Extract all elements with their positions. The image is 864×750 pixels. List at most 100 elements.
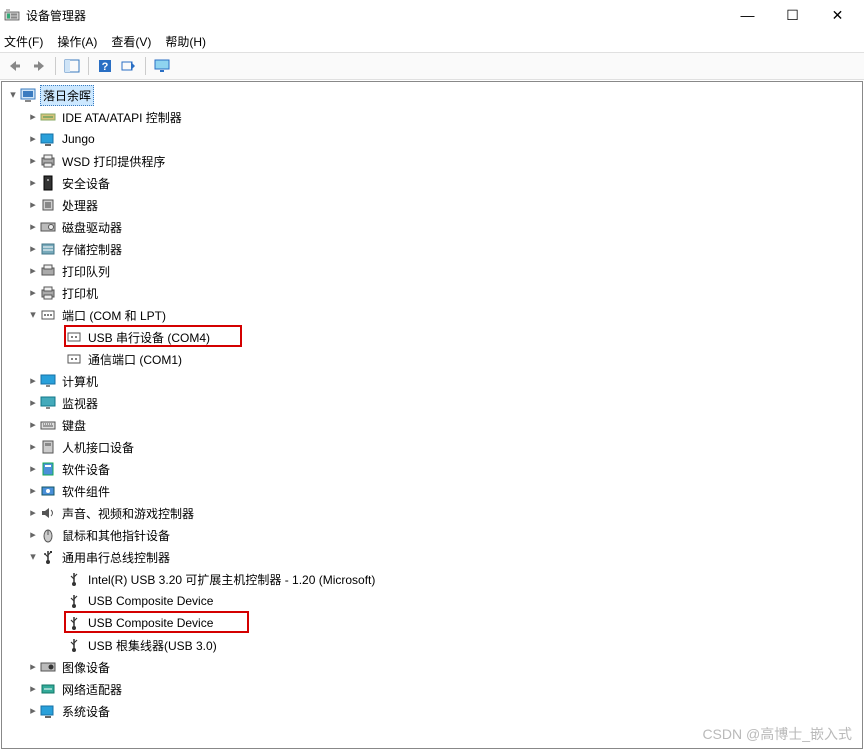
item-label: 键盘	[60, 416, 88, 435]
menu-action[interactable]: 操作(A)	[57, 33, 97, 50]
chevron-right-icon[interactable]: ▸	[26, 418, 40, 432]
chevron-right-icon[interactable]: ▸	[26, 286, 40, 300]
chevron-right-icon[interactable]: ▸	[26, 198, 40, 212]
chevron-down-icon[interactable]: ▾	[26, 550, 40, 564]
tree-item-monitor[interactable]: ▸ 监视器	[4, 392, 862, 414]
monitor-icon	[40, 395, 56, 411]
tree-item-network[interactable]: ▸ 网络适配器	[4, 678, 862, 700]
chevron-right-icon[interactable]: ▸	[26, 660, 40, 674]
chevron-right-icon[interactable]: ▸	[26, 484, 40, 498]
chevron-down-icon[interactable]: ▾	[6, 88, 20, 102]
help-button[interactable]: ?	[94, 55, 116, 77]
item-label: Intel(R) USB 3.20 可扩展主机控制器 - 1.20 (Micro…	[86, 570, 377, 589]
tree-item-usb-host[interactable]: Intel(R) USB 3.20 可扩展主机控制器 - 1.20 (Micro…	[4, 568, 862, 590]
back-button[interactable]	[4, 55, 26, 77]
chevron-right-icon[interactable]: ▸	[26, 462, 40, 476]
mouse-icon	[40, 527, 56, 543]
chevron-right-icon[interactable]: ▸	[26, 528, 40, 542]
item-label: 鼠标和其他指针设备	[60, 526, 172, 545]
minimize-button[interactable]: —	[725, 1, 770, 29]
tree-item-wsd[interactable]: ▸ WSD 打印提供程序	[4, 150, 862, 172]
toolbar-separator	[88, 57, 89, 75]
item-label: 图像设备	[60, 658, 112, 677]
tree-root[interactable]: ▾ 落日余晖	[4, 84, 862, 106]
item-label: 声音、视频和游戏控制器	[60, 504, 196, 523]
audio-icon	[40, 505, 56, 521]
chevron-right-icon[interactable]: ▸	[26, 374, 40, 388]
titlebar: 设备管理器 — ☐ ✕	[0, 0, 864, 30]
item-label: IDE ATA/ATAPI 控制器	[60, 108, 184, 127]
tree-item-usb-composite-1[interactable]: USB Composite Device	[4, 590, 862, 612]
chevron-right-icon[interactable]: ▸	[26, 176, 40, 190]
device-tree[interactable]: ▾ 落日余晖 ▸ IDE ATA/ATAPI 控制器 ▸ Jungo ▸	[1, 81, 863, 749]
chevron-right-icon[interactable]: ▸	[26, 506, 40, 520]
window-controls: — ☐ ✕	[725, 1, 860, 29]
item-label: 通用串行总线控制器	[60, 548, 172, 567]
menu-help[interactable]: 帮助(H)	[165, 33, 206, 50]
tree-item-printqueue[interactable]: ▸ 打印队列	[4, 260, 862, 282]
printer-icon	[40, 153, 56, 169]
tree-item-storage[interactable]: ▸ 存储控制器	[4, 238, 862, 260]
printer-icon	[40, 285, 56, 301]
tree-item-softdevice[interactable]: ▸ 软件设备	[4, 458, 862, 480]
chevron-right-icon[interactable]: ▸	[26, 264, 40, 278]
tree-item-usb-roothub[interactable]: USB 根集线器(USB 3.0)	[4, 634, 862, 656]
chevron-right-icon[interactable]: ▸	[26, 242, 40, 256]
usb-icon	[66, 571, 82, 587]
item-label: WSD 打印提供程序	[60, 152, 167, 171]
tree-item-security[interactable]: ▸ 安全设备	[4, 172, 862, 194]
tree-item-cpu[interactable]: ▸ 处理器	[4, 194, 862, 216]
tree-item-disk[interactable]: ▸ 磁盘驱动器	[4, 216, 862, 238]
usb-icon	[66, 615, 82, 631]
tree-item-usb-controllers[interactable]: ▾ 通用串行总线控制器	[4, 546, 862, 568]
menu-file[interactable]: 文件(F)	[4, 33, 43, 50]
imaging-icon	[40, 659, 56, 675]
chevron-right-icon[interactable]: ▸	[26, 220, 40, 234]
chevron-right-icon[interactable]: ▸	[26, 154, 40, 168]
ide-icon	[40, 109, 56, 125]
tree-item-audio[interactable]: ▸ 声音、视频和游戏控制器	[4, 502, 862, 524]
tree-item-jungo[interactable]: ▸ Jungo	[4, 128, 862, 150]
chevron-right-icon[interactable]: ▸	[26, 682, 40, 696]
tree-item-computer[interactable]: ▸ 计算机	[4, 370, 862, 392]
show-hide-button[interactable]	[61, 55, 83, 77]
chevron-right-icon[interactable]: ▸	[26, 132, 40, 146]
tree-item-comm-port[interactable]: 通信端口 (COM1)	[4, 348, 862, 370]
jungo-icon	[40, 131, 56, 147]
item-label: 端口 (COM 和 LPT)	[60, 306, 168, 325]
item-label: 存储控制器	[60, 240, 124, 259]
chevron-right-icon[interactable]: ▸	[26, 396, 40, 410]
usb-icon	[40, 549, 56, 565]
monitor-button[interactable]	[151, 55, 173, 77]
menubar: 文件(F) 操作(A) 查看(V) 帮助(H)	[0, 30, 864, 52]
maximize-button[interactable]: ☐	[770, 1, 815, 29]
tree-item-ide[interactable]: ▸ IDE ATA/ATAPI 控制器	[4, 106, 862, 128]
item-label: 打印队列	[60, 262, 112, 281]
tree-item-system[interactable]: ▸ 系统设备	[4, 700, 862, 722]
forward-button[interactable]	[28, 55, 50, 77]
toolbar: ?	[0, 52, 864, 80]
chevron-right-icon[interactable]: ▸	[26, 440, 40, 454]
tree-item-keyboard[interactable]: ▸ 键盘	[4, 414, 862, 436]
storage-icon	[40, 241, 56, 257]
chevron-down-icon[interactable]: ▾	[26, 308, 40, 322]
tree-item-mouse[interactable]: ▸ 鼠标和其他指针设备	[4, 524, 862, 546]
chevron-right-icon[interactable]: ▸	[26, 704, 40, 718]
chevron-right-icon[interactable]: ▸	[26, 110, 40, 124]
app-icon	[4, 7, 20, 23]
tree-item-usb-composite-2[interactable]: USB Composite Device	[4, 612, 862, 634]
tree-item-usb-serial[interactable]: USB 串行设备 (COM4)	[4, 326, 862, 348]
close-button[interactable]: ✕	[815, 1, 860, 29]
tree-item-printer[interactable]: ▸ 打印机	[4, 282, 862, 304]
disk-icon	[40, 219, 56, 235]
port-icon	[66, 351, 82, 367]
tree-item-ports[interactable]: ▾ 端口 (COM 和 LPT)	[4, 304, 862, 326]
usb-icon	[66, 637, 82, 653]
tree-item-softcomponent[interactable]: ▸ 软件组件	[4, 480, 862, 502]
tree-item-hid[interactable]: ▸ 人机接口设备	[4, 436, 862, 458]
scan-hardware-button[interactable]	[118, 55, 140, 77]
tree-item-imaging[interactable]: ▸ 图像设备	[4, 656, 862, 678]
keyboard-icon	[40, 417, 56, 433]
menu-view[interactable]: 查看(V)	[111, 33, 151, 50]
item-label: 监视器	[60, 394, 100, 413]
